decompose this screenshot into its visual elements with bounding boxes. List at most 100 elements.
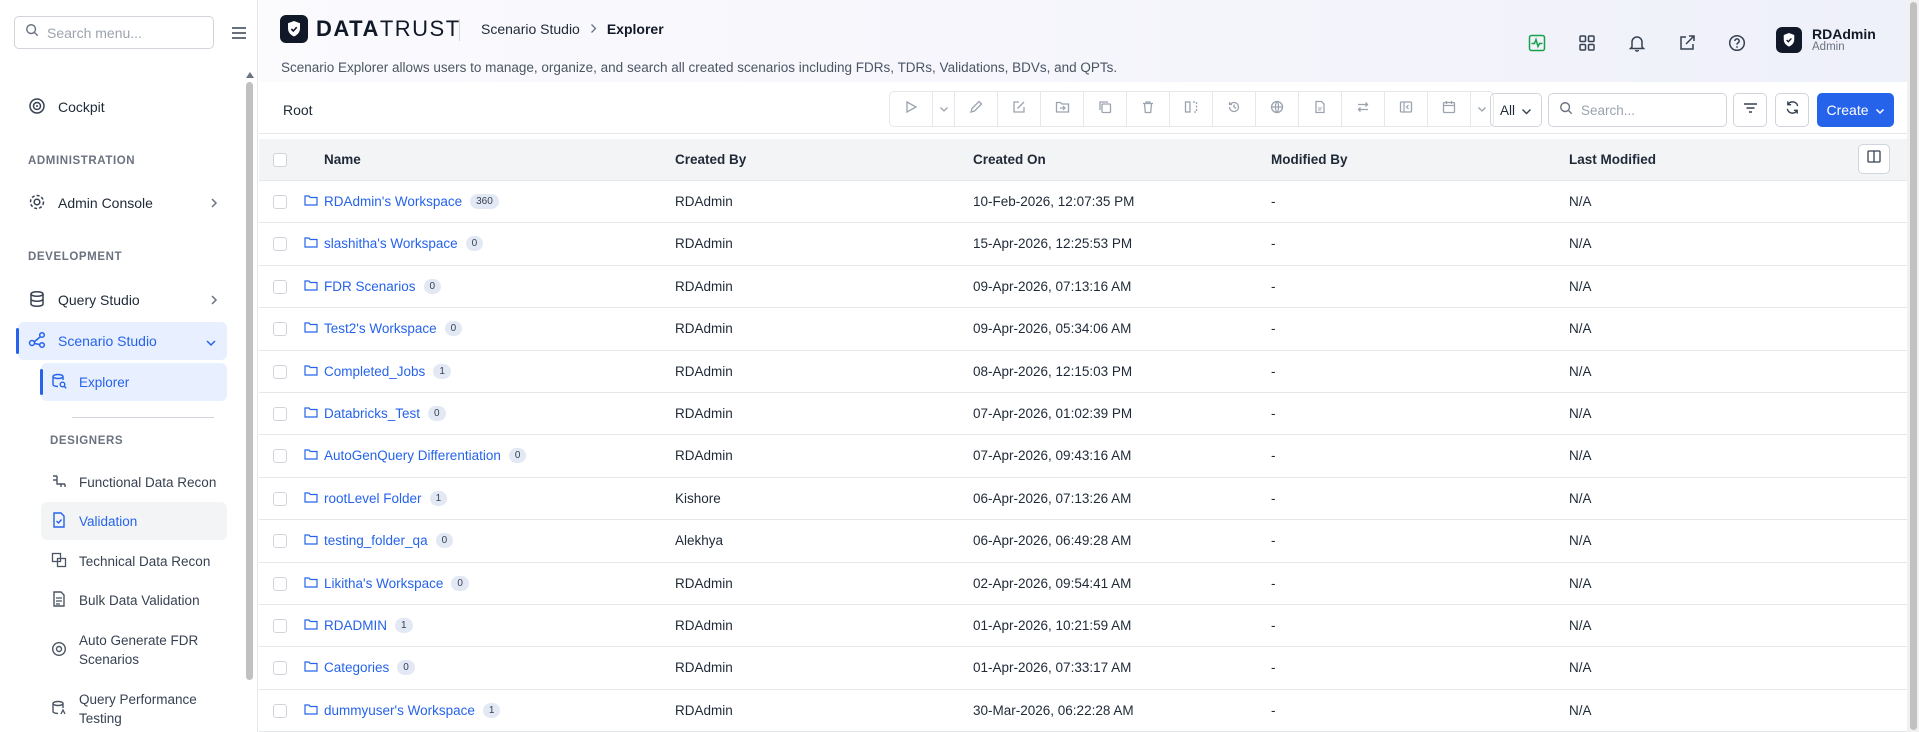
row-checkbox[interactable]	[273, 406, 287, 421]
table-row[interactable]: Categories 0 RDAdmin 01-Apr-2026, 07:33:17 …	[259, 647, 1907, 690]
folder-name-link[interactable]: rootLevel Folder 1	[324, 490, 448, 506]
run-options-button[interactable]	[933, 92, 955, 126]
row-checkbox[interactable]	[273, 618, 287, 633]
menu-toggle-icon[interactable]	[228, 22, 250, 44]
created-by-cell: RDAdmin	[675, 702, 733, 718]
folder-name-link[interactable]: Databricks_Test 0	[324, 405, 446, 421]
row-checkbox[interactable]	[273, 703, 287, 718]
column-header-created-by[interactable]: Created By	[675, 152, 746, 167]
delete-button[interactable]	[1127, 92, 1170, 126]
table-row[interactable]: slashitha's Workspace 0 RDAdmin 15-Apr-2026…	[259, 223, 1907, 266]
publish-button[interactable]	[1256, 92, 1299, 126]
external-link-icon[interactable]	[1674, 30, 1699, 55]
activity-status-icon[interactable]	[1524, 30, 1549, 55]
table-row[interactable]: RDAdmin's Workspace 360 RDAdmin 10-Feb-2026…	[259, 181, 1907, 224]
table-row[interactable]: RDADMIN 1 RDAdmin 01-Apr-2026, 10:21:59 AM -…	[259, 605, 1907, 648]
table-row[interactable]: Test2's Workspace 0 RDAdmin 09-Apr-2026, 05…	[259, 308, 1907, 351]
created-on-cell: 07-Apr-2026, 09:43:16 AM	[973, 448, 1132, 464]
column-header-created-on[interactable]: Created On	[973, 152, 1046, 167]
folder-name-link[interactable]: RDAdmin's Workspace 360	[324, 194, 499, 209]
folder-name-link[interactable]: RDADMIN 1	[324, 617, 413, 633]
schedule-button[interactable]	[1428, 92, 1471, 126]
user-menu[interactable]: RDAdmin Admin	[1776, 27, 1876, 53]
sidebar-item-technical-data-recon[interactable]: Technical Data Recon	[41, 542, 227, 580]
type-filter-select[interactable]: All	[1490, 93, 1542, 127]
help-icon[interactable]	[1724, 30, 1749, 55]
row-checkbox[interactable]	[273, 364, 287, 379]
refresh-button[interactable]	[1775, 93, 1809, 127]
breadcrumb-parent[interactable]: Scenario Studio	[481, 21, 580, 37]
folder-name-link[interactable]: slashitha's Workspace 0	[324, 236, 484, 252]
column-header-last-modified[interactable]: Last Modified	[1569, 152, 1656, 167]
bell-icon[interactable]	[1624, 30, 1649, 55]
explorer-search-box[interactable]	[1548, 93, 1727, 127]
section-label-development: DEVELOPMENT	[28, 251, 123, 263]
row-checkbox[interactable]	[273, 661, 287, 676]
row-checkbox[interactable]	[273, 322, 287, 337]
row-checkbox[interactable]	[273, 195, 287, 209]
move-button[interactable]	[1041, 92, 1084, 126]
brand-logo[interactable]: DATATRUST	[280, 15, 461, 43]
folder-icon	[304, 194, 318, 209]
sidebar-scrollbar[interactable]	[245, 72, 254, 732]
folder-name-link[interactable]: Completed_Jobs 1	[324, 363, 451, 379]
sidebar-item-auto-generate-fdr[interactable]: Auto Generate FDR Scenarios	[41, 627, 227, 673]
created-on-cell: 30-Mar-2026, 06:22:28 AM	[973, 702, 1134, 718]
edit-button[interactable]	[955, 92, 998, 126]
row-checkbox[interactable]	[273, 534, 287, 549]
folder-name-link[interactable]: testing_folder_qa 0	[324, 533, 454, 549]
history-button[interactable]	[1213, 92, 1256, 126]
sidebar-item-cockpit[interactable]: Cockpit	[18, 88, 228, 126]
table-row[interactable]: Likitha's Workspace 0 RDAdmin 02-Apr-2026, …	[259, 563, 1907, 605]
transfer-button[interactable]	[1342, 92, 1385, 126]
folder-name: FDR Scenarios	[324, 278, 416, 294]
folder-name-link[interactable]: FDR Scenarios 0	[324, 278, 442, 294]
sidebar-search-box[interactable]	[14, 16, 214, 49]
compare-button[interactable]	[1170, 92, 1213, 126]
folder-name-link[interactable]: dummyuser's Workspace 1	[324, 702, 501, 718]
table-row[interactable]: testing_folder_qa 0 Alekhya 06-Apr-2026, 06…	[259, 520, 1907, 563]
row-checkbox[interactable]	[273, 237, 287, 252]
table-row[interactable]: FDR Scenarios 0 RDAdmin 09-Apr-2026, 07:13:…	[259, 266, 1907, 309]
sidebar-item-functional-data-recon[interactable]: Functional Data Recon	[41, 463, 227, 501]
row-checkbox[interactable]	[273, 449, 287, 464]
explorer-search-input[interactable]	[1581, 102, 1711, 118]
folder-name-link[interactable]: AutoGenQuery Differentiation 0	[324, 448, 527, 464]
table-row[interactable]: Databricks_Test 0 RDAdmin 07-Apr-2026, 01:0…	[259, 393, 1907, 436]
folder-name-link[interactable]: Test2's Workspace 0	[324, 321, 463, 337]
page-description: Scenario Explorer allows users to manage…	[281, 60, 1118, 75]
column-layout-button[interactable]	[1858, 144, 1890, 174]
folder-name-link[interactable]: Categories 0	[324, 660, 415, 676]
row-checkbox[interactable]	[273, 279, 287, 294]
sidebar-item-bulk-data-validation[interactable]: Bulk Data Validation	[41, 581, 227, 619]
collapse-panel-button[interactable]	[1385, 92, 1428, 126]
filter-button[interactable]	[1733, 93, 1767, 127]
copy-button[interactable]	[1084, 92, 1127, 126]
row-checkbox[interactable]	[273, 576, 287, 591]
run-button[interactable]	[890, 92, 933, 126]
folder-name-link[interactable]: Likitha's Workspace 0	[324, 575, 469, 591]
last-modified-cell: N/A	[1569, 448, 1592, 464]
sidebar-search-input[interactable]	[47, 24, 197, 41]
column-header-modified-by[interactable]: Modified By	[1271, 152, 1348, 167]
sidebar-item-query-studio[interactable]: Query Studio	[18, 281, 228, 319]
table-row[interactable]: dummyuser's Workspace 1 RDAdmin 30-Mar-2026…	[259, 690, 1907, 732]
sidebar-item-validation[interactable]: Validation	[41, 502, 227, 540]
table-row[interactable]: rootLevel Folder 1 Kishore 06-Apr-2026, 07:…	[259, 478, 1907, 521]
sidebar-item-admin-console[interactable]: Admin Console	[18, 184, 228, 222]
row-checkbox[interactable]	[273, 491, 287, 506]
report-button[interactable]	[1299, 92, 1342, 126]
column-header-name[interactable]: Name	[324, 152, 361, 167]
apps-grid-icon[interactable]	[1574, 30, 1599, 55]
create-button[interactable]: Create	[1817, 93, 1894, 127]
table-row[interactable]: AutoGenQuery Differentiation 0 RDAdmin 07-A…	[259, 435, 1907, 478]
chevron-right-icon	[210, 293, 218, 309]
folder-name: Databricks_Test	[324, 405, 421, 421]
rename-button[interactable]	[998, 92, 1041, 126]
sidebar-item-explorer[interactable]: Explorer	[40, 363, 227, 401]
select-all-checkbox[interactable]	[273, 153, 287, 167]
sidebar-item-query-performance-testing[interactable]: Query Performance Testing	[41, 686, 227, 732]
sidebar-item-scenario-studio[interactable]: Scenario Studio	[16, 322, 227, 360]
table-row[interactable]: Completed_Jobs 1 RDAdmin 08-Apr-2026, 12:15…	[259, 351, 1907, 393]
page-scrollbar[interactable]	[1907, 0, 1919, 732]
